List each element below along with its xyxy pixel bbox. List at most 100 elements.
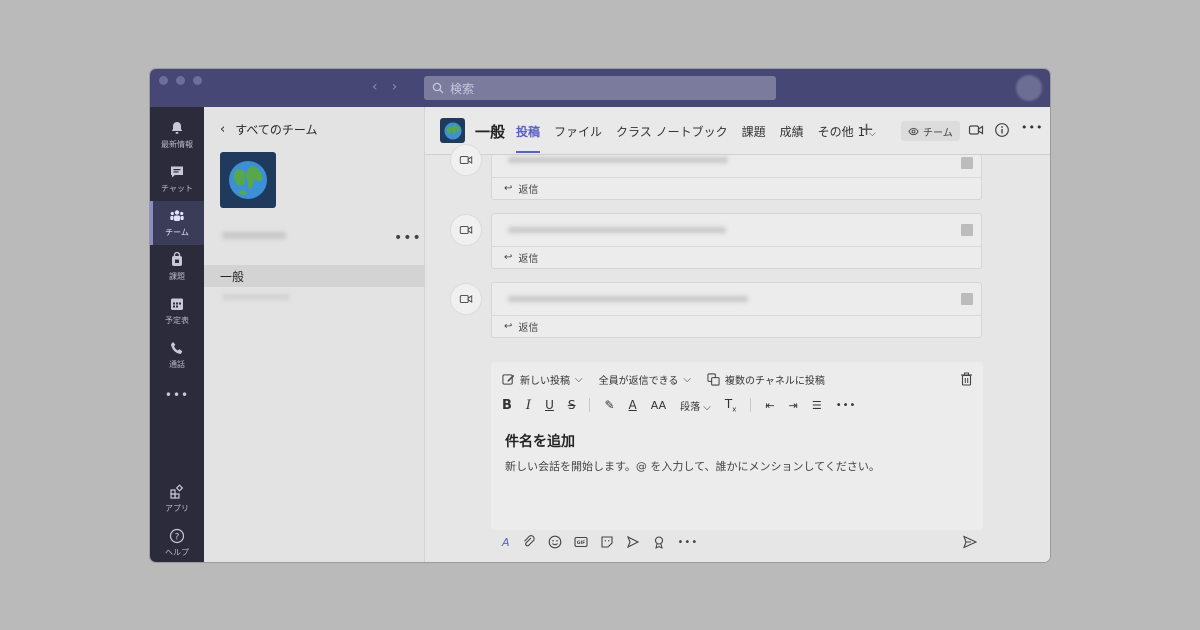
- all-teams-back-button[interactable]: ‹ すべてのチーム: [220, 121, 318, 138]
- reply-arrow-icon: ↩: [504, 183, 513, 194]
- message-card: ↩ 返信: [491, 213, 982, 269]
- indent-icon[interactable]: ⇥: [789, 399, 798, 412]
- channel-item-redacted[interactable]: [222, 294, 290, 300]
- new-post-label: 新しい投稿: [520, 376, 570, 387]
- attach-icon[interactable]: [522, 535, 536, 549]
- format-icon[interactable]: A: [502, 536, 510, 549]
- outdent-icon[interactable]: ⇤: [765, 399, 774, 412]
- meet-camera-icon[interactable]: [968, 122, 984, 138]
- message-text-redacted: [508, 157, 728, 163]
- compose-box: 新しい投稿 ⌵ 全員が返信できる ⌵ 複数のチャネルに投稿 B I U S ✎ …: [491, 362, 983, 530]
- paragraph-label: 段落: [680, 401, 701, 413]
- rail-item-activity[interactable]: 最新情報: [150, 113, 204, 157]
- rail-item-chat[interactable]: チャット: [150, 157, 204, 201]
- team-visibility-button[interactable]: チーム: [901, 121, 960, 141]
- team-logo[interactable]: [220, 152, 276, 208]
- back-arrow-button[interactable]: ‹: [372, 79, 378, 95]
- tab-assignments[interactable]: 課題: [742, 123, 766, 153]
- search-placeholder: 検索: [450, 81, 475, 96]
- meeting-avatar: [450, 283, 482, 315]
- team-more-button[interactable]: •••: [394, 230, 422, 246]
- bullet-list-icon[interactable]: ☰: [812, 399, 822, 412]
- chevron-left-icon: ‹: [220, 122, 226, 137]
- forward-arrow-button[interactable]: ›: [392, 79, 398, 95]
- font-size-button[interactable]: AA: [651, 399, 666, 412]
- reply-label: 返信: [518, 323, 539, 334]
- reply-setting-dropdown[interactable]: 全員が返信できる ⌵: [599, 372, 691, 387]
- meeting-avatar: [450, 144, 482, 176]
- tab-grades[interactable]: 成績: [780, 123, 804, 153]
- rail-label: チャット: [161, 184, 193, 193]
- meet-now-icon[interactable]: [626, 535, 640, 549]
- message-card: ↩ 返信: [491, 155, 982, 200]
- message-input[interactable]: 新しい会話を開始します。@ を入力して、誰かにメンションしてください。: [505, 458, 880, 474]
- emoji-icon[interactable]: [548, 535, 562, 549]
- calendar-icon: [171, 298, 183, 310]
- message-body: [492, 214, 981, 246]
- toolbar-divider: [589, 398, 591, 413]
- underline-button[interactable]: U: [545, 398, 554, 412]
- chat-icon: [171, 166, 183, 178]
- tab-posts[interactable]: 投稿: [516, 123, 541, 153]
- reply-arrow-icon: ↩: [504, 252, 513, 263]
- edit-icon: [502, 374, 515, 385]
- paragraph-dropdown[interactable]: 段落 ⌵: [680, 398, 711, 413]
- praise-icon[interactable]: [652, 535, 666, 549]
- format-more-button[interactable]: •••: [836, 400, 857, 411]
- reply-button[interactable]: ↩ 返信: [492, 246, 981, 268]
- zoom-window-button[interactable]: [193, 76, 202, 85]
- clear-format-button[interactable]: Tx: [725, 397, 737, 413]
- rail-item-teams[interactable]: チーム: [150, 201, 204, 245]
- actions-more-button[interactable]: •••: [678, 537, 699, 548]
- post-multiple-channels-button[interactable]: 複数のチャネルに投稿: [707, 372, 825, 387]
- subject-input[interactable]: 件名を追加: [505, 431, 575, 451]
- toolbar-divider: [750, 398, 752, 413]
- bold-button[interactable]: B: [502, 398, 512, 413]
- rail-item-help[interactable]: ? ヘルプ: [150, 521, 204, 562]
- channel-tabs: 投稿 ファイル クラス ノートブック 課題 成績 その他 1 ⌵: [516, 123, 876, 153]
- rail-item-assignments[interactable]: 課題: [150, 245, 204, 289]
- rail-more-button[interactable]: •••: [150, 373, 204, 417]
- reply-arrow-icon: ↩: [504, 321, 513, 332]
- globe-icon: [229, 161, 267, 199]
- minimize-window-button[interactable]: [176, 76, 185, 85]
- rail-item-calendar[interactable]: 予定表: [150, 289, 204, 333]
- channel-item-general[interactable]: 一般: [204, 265, 425, 287]
- reply-button[interactable]: ↩ 返信: [492, 177, 981, 199]
- rail-item-apps[interactable]: アプリ: [150, 477, 204, 521]
- info-icon[interactable]: [994, 122, 1010, 138]
- teams-window: ‹ › 検索 最新情報 チャット チーム 課題 予定表 通話 ••• アプリ ?…: [150, 69, 1050, 562]
- reply-label: 返信: [518, 254, 539, 265]
- sticker-icon[interactable]: [600, 535, 614, 549]
- main-content: 一般 投稿 ファイル クラス ノートブック 課題 成績 その他 1 ⌵ + チー…: [425, 107, 1050, 562]
- reply-button[interactable]: ↩ 返信: [492, 315, 981, 337]
- header-more-button[interactable]: •••: [1021, 121, 1043, 134]
- avatar[interactable]: [1016, 75, 1042, 101]
- channel-title: 一般: [475, 123, 506, 141]
- rail-label: ヘルプ: [165, 548, 189, 557]
- tab-files[interactable]: ファイル: [554, 123, 602, 153]
- rail-label: チーム: [165, 228, 189, 237]
- add-tab-button[interactable]: +: [859, 119, 874, 140]
- team-pill-label: チーム: [923, 127, 953, 139]
- eye-icon: [908, 127, 919, 135]
- phone-icon: [171, 342, 183, 354]
- camera-icon: [459, 294, 473, 304]
- trash-icon[interactable]: [960, 372, 973, 386]
- highlight-icon[interactable]: ✎: [604, 398, 614, 412]
- strikethrough-button[interactable]: S: [568, 398, 576, 412]
- rail-item-calls[interactable]: 通話: [150, 333, 204, 377]
- italic-button[interactable]: I: [526, 398, 531, 413]
- channel-logo: [440, 118, 465, 143]
- send-icon[interactable]: [963, 535, 977, 549]
- search-icon: [432, 82, 444, 94]
- font-color-button[interactable]: A: [629, 398, 637, 412]
- new-post-dropdown[interactable]: 新しい投稿 ⌵: [502, 372, 583, 387]
- close-window-button[interactable]: [159, 76, 168, 85]
- tab-class-notebook[interactable]: クラス ノートブック: [616, 123, 728, 153]
- search-input[interactable]: 検索: [424, 76, 776, 100]
- gif-icon[interactable]: GIF: [573, 535, 588, 549]
- compose-options: 新しい投稿 ⌵ 全員が返信できる ⌵ 複数のチャネルに投稿: [502, 372, 825, 387]
- message-thumbnail: [961, 293, 973, 305]
- rail-label: 通話: [169, 360, 185, 369]
